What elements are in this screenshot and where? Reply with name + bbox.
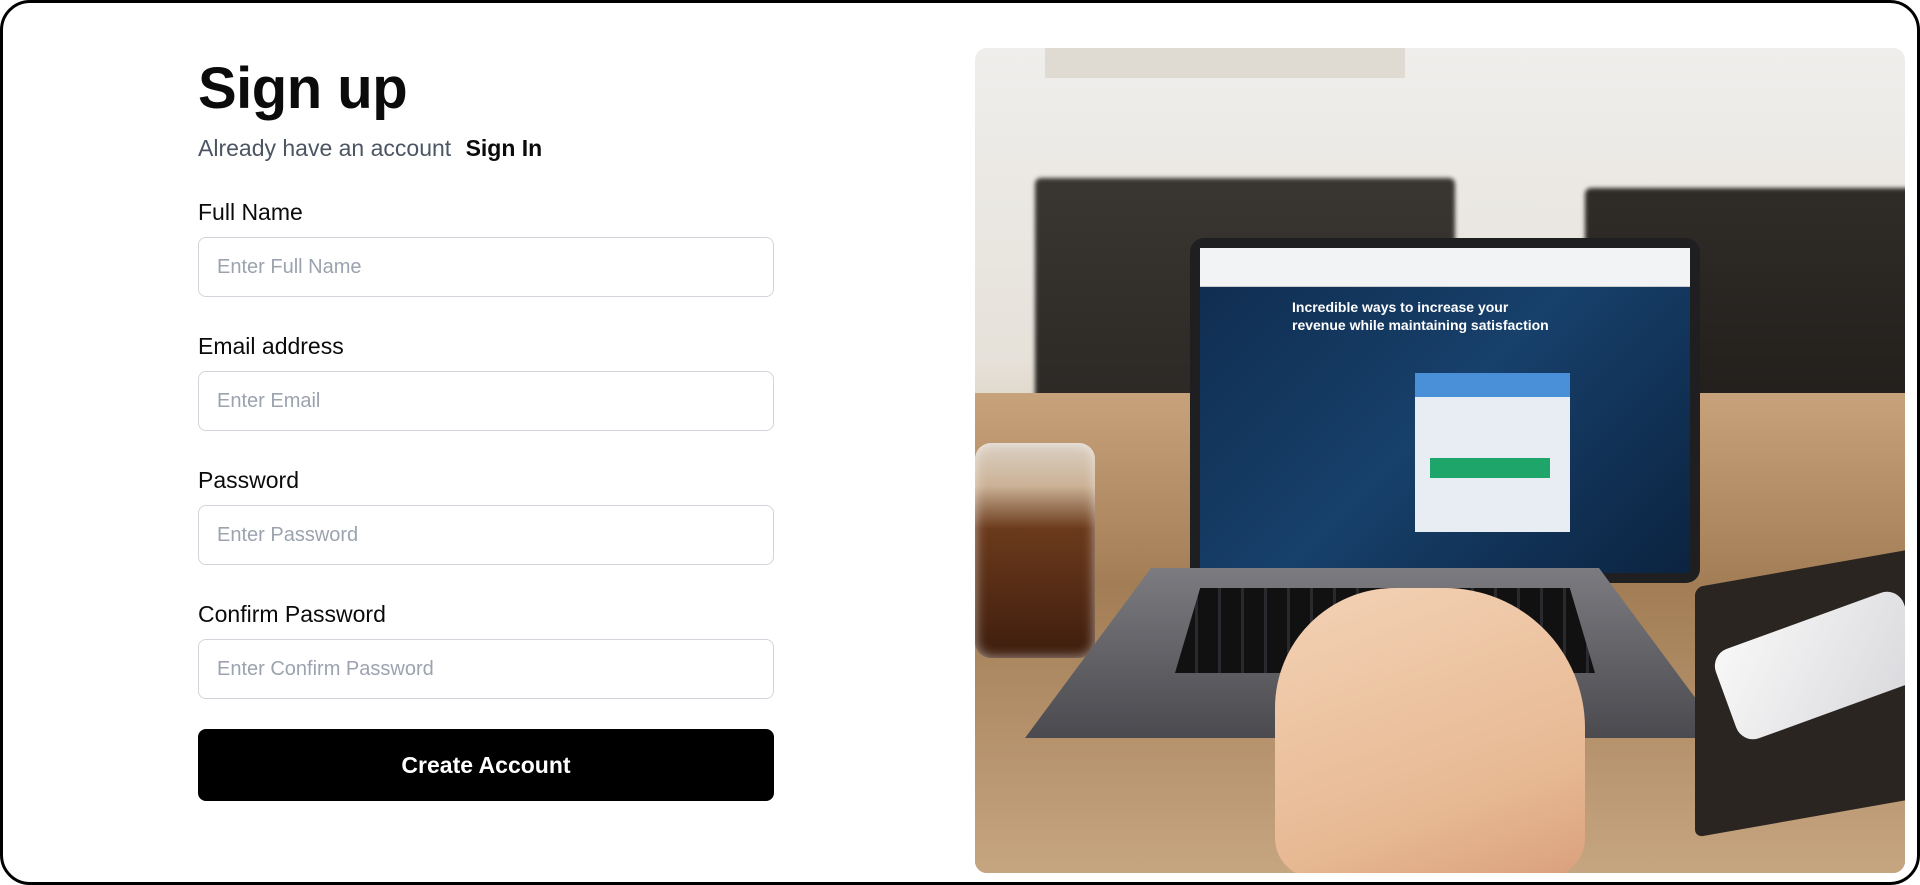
hero-photo: Incredible ways to increase your revenue… — [975, 48, 1905, 873]
full-name-input[interactable] — [198, 237, 774, 297]
signin-link[interactable]: Sign In — [466, 135, 543, 161]
photo-browser-bar — [1200, 248, 1690, 287]
full-name-field-group: Full Name — [198, 197, 774, 297]
photo-laptop-screen: Incredible ways to increase your revenue… — [1190, 238, 1700, 583]
password-label: Password — [198, 467, 299, 493]
confirm-password-label: Confirm Password — [198, 601, 386, 627]
signup-form: Sign up Already have an account Sign In … — [198, 53, 774, 801]
create-account-button[interactable]: Create Account — [198, 729, 774, 801]
photo-shelf — [1045, 48, 1405, 78]
signin-prompt: Already have an account Sign In — [198, 133, 774, 163]
photo-screen-content: Incredible ways to increase your revenue… — [1200, 248, 1690, 573]
photo-screen-card — [1415, 373, 1570, 532]
page-title: Sign up — [198, 56, 408, 121]
photo-jar — [975, 443, 1095, 658]
photo-screen-headline: Incredible ways to increase your revenue… — [1292, 299, 1549, 333]
password-field-group: Password — [198, 465, 774, 565]
password-input[interactable] — [198, 505, 774, 565]
email-input[interactable] — [198, 371, 774, 431]
email-label: Email address — [198, 333, 344, 359]
confirm-password-field-group: Confirm Password — [198, 599, 774, 699]
photo-screen-cta — [1430, 458, 1550, 478]
email-field-group: Email address — [198, 331, 774, 431]
signup-page: Sign up Already have an account Sign In … — [0, 0, 1920, 885]
already-account-text: Already have an account — [198, 135, 452, 161]
full-name-label: Full Name — [198, 199, 303, 225]
photo-hand — [1275, 588, 1585, 873]
confirm-password-input[interactable] — [198, 639, 774, 699]
